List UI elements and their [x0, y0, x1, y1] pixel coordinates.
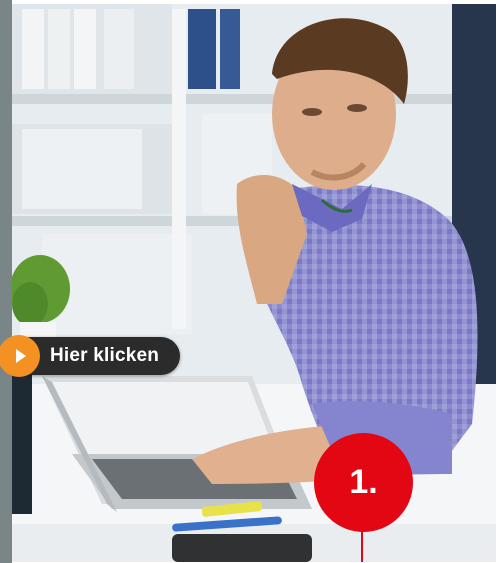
hier-klicken-button[interactable]: Hier klicken [0, 335, 180, 377]
ad-frame: Hier klicken 1. [0, 0, 504, 563]
step-number: 1. [349, 463, 378, 501]
step-badge: 1. [314, 433, 413, 532]
arrow-right-icon [0, 335, 40, 377]
hier-klicken-label: Hier klicken [50, 345, 160, 366]
left-border [0, 0, 12, 563]
office-photo [12, 4, 496, 562]
right-border [496, 0, 504, 563]
